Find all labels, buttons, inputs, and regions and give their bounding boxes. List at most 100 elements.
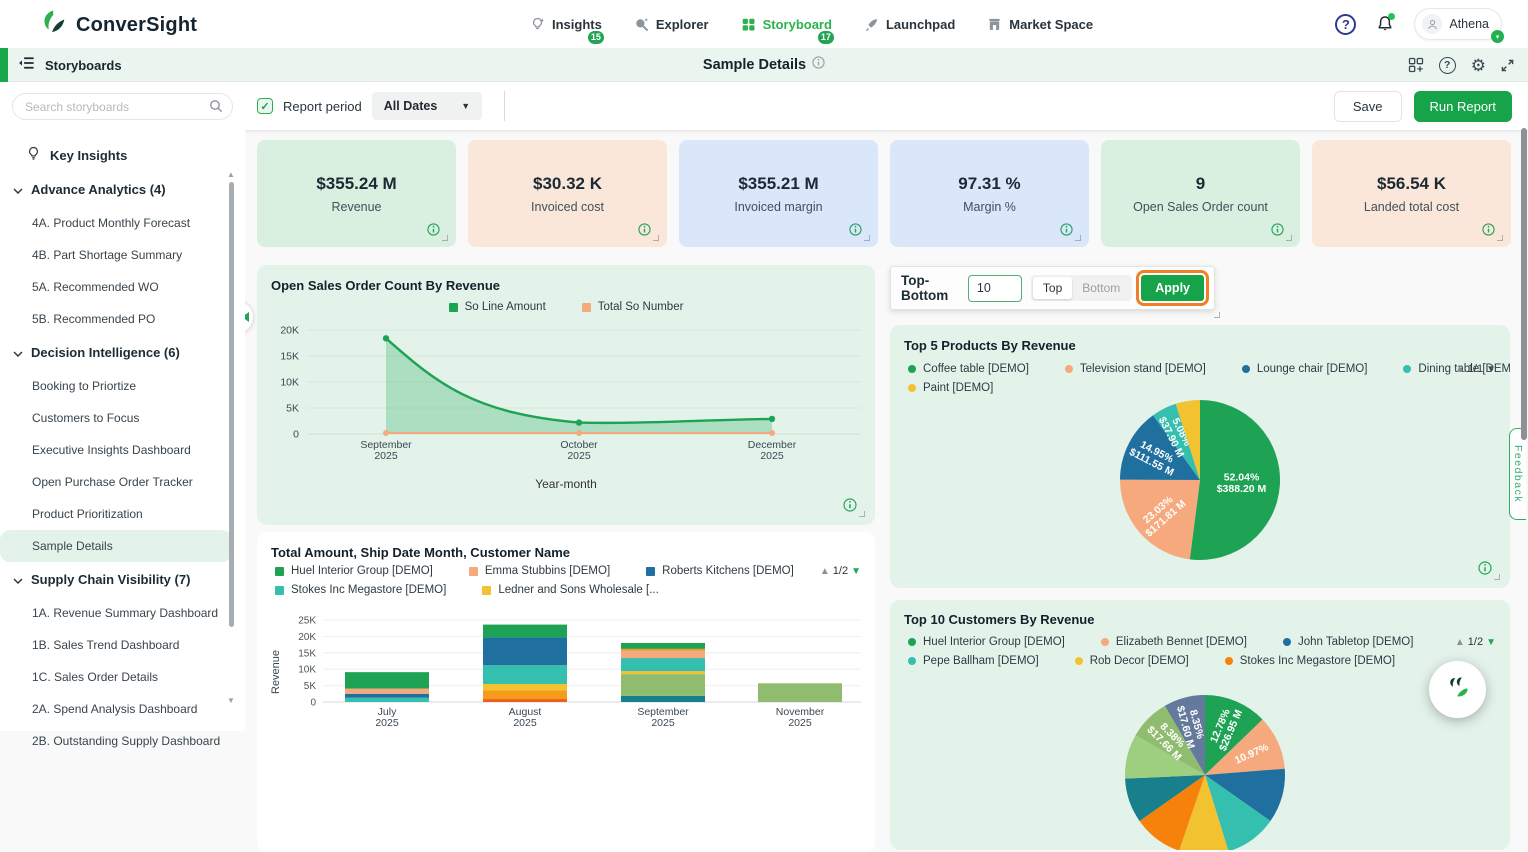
chevron-down-icon xyxy=(13,182,23,197)
nav-badge: 15 xyxy=(586,29,606,46)
legend-marker xyxy=(469,567,478,576)
apply-button[interactable]: Apply xyxy=(1141,275,1204,301)
legend-item[interactable]: Emma Stubbins [DEMO] xyxy=(469,565,610,577)
accent-strip xyxy=(0,48,8,82)
legend-item[interactable]: Roberts Kitchens [DEMO] xyxy=(646,565,794,577)
athena-chat-button[interactable] xyxy=(1429,661,1486,718)
sidebar-item[interactable]: 4A. Product Monthly Forecast xyxy=(0,207,232,239)
sidebar-item[interactable]: 1A. Revenue Summary Dashboard xyxy=(0,597,232,629)
add-widget-icon[interactable] xyxy=(1408,57,1424,73)
notifications-bell-icon[interactable] xyxy=(1376,15,1394,33)
date-filter-dropdown[interactable]: All Dates ▼ xyxy=(372,92,482,120)
sidebar-item[interactable]: Booking to Priortize xyxy=(0,370,232,402)
nav-item-launchpad[interactable]: Launchpad xyxy=(864,17,955,32)
sidebar-scroll-down-icon[interactable]: ▼ xyxy=(227,696,235,705)
legend-item[interactable]: Huel Interior Group [DEMO] xyxy=(275,565,433,577)
info-icon[interactable] xyxy=(849,223,862,241)
sidebar-item[interactable]: Sample Details xyxy=(0,530,232,562)
resize-corner[interactable] xyxy=(1286,235,1292,241)
kpi-card: $355.21 MInvoiced margin xyxy=(679,140,878,247)
gear-icon[interactable]: ⚙ xyxy=(1471,57,1486,74)
search-icon[interactable] xyxy=(209,99,223,118)
info-icon[interactable] xyxy=(1482,223,1495,241)
expand-icon[interactable] xyxy=(1501,59,1514,72)
resize-corner[interactable] xyxy=(1075,235,1081,241)
tree-group-header-2[interactable]: Supply Chain Visibility (7) xyxy=(0,562,245,597)
legend-item[interactable]: So Line Amount xyxy=(449,301,546,313)
help-icon[interactable]: ? xyxy=(1335,14,1356,35)
resize-corner[interactable] xyxy=(1497,235,1503,241)
nav-item-storyboard[interactable]: Storyboard17 xyxy=(741,17,832,32)
avatar xyxy=(1422,14,1442,34)
report-period-label: Report period xyxy=(283,99,362,114)
nav-item-explorer[interactable]: Explorer xyxy=(634,17,709,32)
top-toggle-button[interactable]: Top xyxy=(1033,277,1072,299)
info-icon[interactable] xyxy=(843,498,857,517)
sidebar-item[interactable]: 4B. Part Shortage Summary xyxy=(0,239,232,271)
storyboards-menu-icon[interactable] xyxy=(18,56,35,75)
brand-logo[interactable]: ConverSight xyxy=(40,8,197,42)
top-bottom-count-input[interactable] xyxy=(968,275,1022,302)
legend-item[interactable]: Ledner and Sons Wholesale [... xyxy=(482,584,658,596)
main-scrollbar[interactable] xyxy=(1521,128,1527,440)
tree-group-header-0[interactable]: Advance Analytics (4) xyxy=(0,172,245,207)
sidebar-item[interactable]: 5A. Recommended WO xyxy=(0,271,232,303)
kpi-value: $355.21 M xyxy=(738,174,818,194)
sidebar-item-key-insights[interactable]: Key Insights xyxy=(0,138,245,172)
legend-page-down-icon[interactable]: ▼ xyxy=(851,566,861,577)
kpi-label: Landed total cost xyxy=(1364,200,1459,214)
sidebar-item[interactable]: Executive Insights Dashboard xyxy=(0,434,232,466)
user-menu[interactable]: Athena ▾ xyxy=(1414,8,1502,40)
legend-label: Ledner and Sons Wholesale [... xyxy=(498,584,658,596)
info-icon[interactable] xyxy=(1271,223,1284,241)
run-report-button[interactable]: Run Report xyxy=(1414,91,1512,122)
main-content: ✓ Report period All Dates ▼ Save Run Rep… xyxy=(245,82,1528,731)
storyboard-icon xyxy=(741,17,756,32)
sidebar-item[interactable]: 2B. Outstanding Supply Dashboard xyxy=(0,725,232,757)
resize-corner[interactable] xyxy=(442,235,448,241)
page-title: Sample Details xyxy=(703,57,806,73)
sidebar-item[interactable]: 5B. Recommended PO xyxy=(0,303,232,335)
sidebar-scroll-up-icon[interactable]: ▲ xyxy=(227,170,235,179)
resize-corner[interactable] xyxy=(864,235,870,241)
resize-corner[interactable] xyxy=(859,511,865,517)
kpi-value: $355.24 M xyxy=(316,174,396,194)
legend-page-up-icon[interactable]: ▲ xyxy=(820,566,830,577)
top-bottom-panel: Top-Bottom Top Bottom Apply xyxy=(890,266,1215,310)
feedback-tab[interactable]: Feedback xyxy=(1509,428,1526,520)
sidebar-item[interactable]: 1C. Sales Order Details xyxy=(0,661,232,693)
tree-group-header-1[interactable]: Decision Intelligence (6) xyxy=(0,335,245,370)
nav-item-market-space[interactable]: Market Space xyxy=(987,17,1093,32)
sidebar-item[interactable]: Product Prioritization xyxy=(0,498,232,530)
sidebar-item[interactable]: 2A. Spend Analysis Dashboard xyxy=(0,693,232,725)
help-icon-secondary[interactable]: ? xyxy=(1439,57,1456,74)
resize-corner[interactable] xyxy=(653,235,659,241)
save-button[interactable]: Save xyxy=(1334,91,1402,122)
legend-marker xyxy=(275,567,284,576)
legend-label: Roberts Kitchens [DEMO] xyxy=(662,565,794,577)
svg-text:2025: 2025 xyxy=(760,450,784,462)
resize-corner[interactable] xyxy=(1494,574,1500,580)
report-period-checkbox[interactable]: ✓ xyxy=(257,98,273,114)
conversight-logo-icon xyxy=(40,8,69,42)
legend-marker xyxy=(482,586,491,595)
info-icon[interactable] xyxy=(1060,223,1073,241)
svg-text:20K: 20K xyxy=(298,632,316,643)
legend-item[interactable]: Stokes Inc Megastore [DEMO] xyxy=(275,584,446,596)
nav-item-insights[interactable]: Insights15 xyxy=(530,17,602,32)
kpi-card: 97.31 %Margin % xyxy=(890,140,1089,247)
sidebar: Key Insights Advance Analytics (4)4A. Pr… xyxy=(0,82,245,731)
kpi-row: $355.24 MRevenue$30.32 KInvoiced cost$35… xyxy=(257,140,1511,247)
info-icon[interactable] xyxy=(1478,561,1492,580)
search-input[interactable] xyxy=(12,93,233,120)
sidebar-item[interactable]: Customers to Focus xyxy=(0,402,232,434)
sidebar-item[interactable]: 1B. Sales Trend Dashboard xyxy=(0,629,232,661)
sidebar-scrollbar[interactable] xyxy=(229,182,234,627)
sidebar-item[interactable]: Open Purchase Order Tracker xyxy=(0,466,232,498)
info-icon[interactable] xyxy=(638,223,651,241)
bottom-toggle-button[interactable]: Bottom xyxy=(1072,277,1130,299)
info-icon[interactable] xyxy=(427,223,440,241)
kpi-label: Open Sales Order count xyxy=(1133,200,1268,214)
legend-item[interactable]: Total So Number xyxy=(582,301,684,313)
resize-corner[interactable] xyxy=(1214,312,1220,318)
